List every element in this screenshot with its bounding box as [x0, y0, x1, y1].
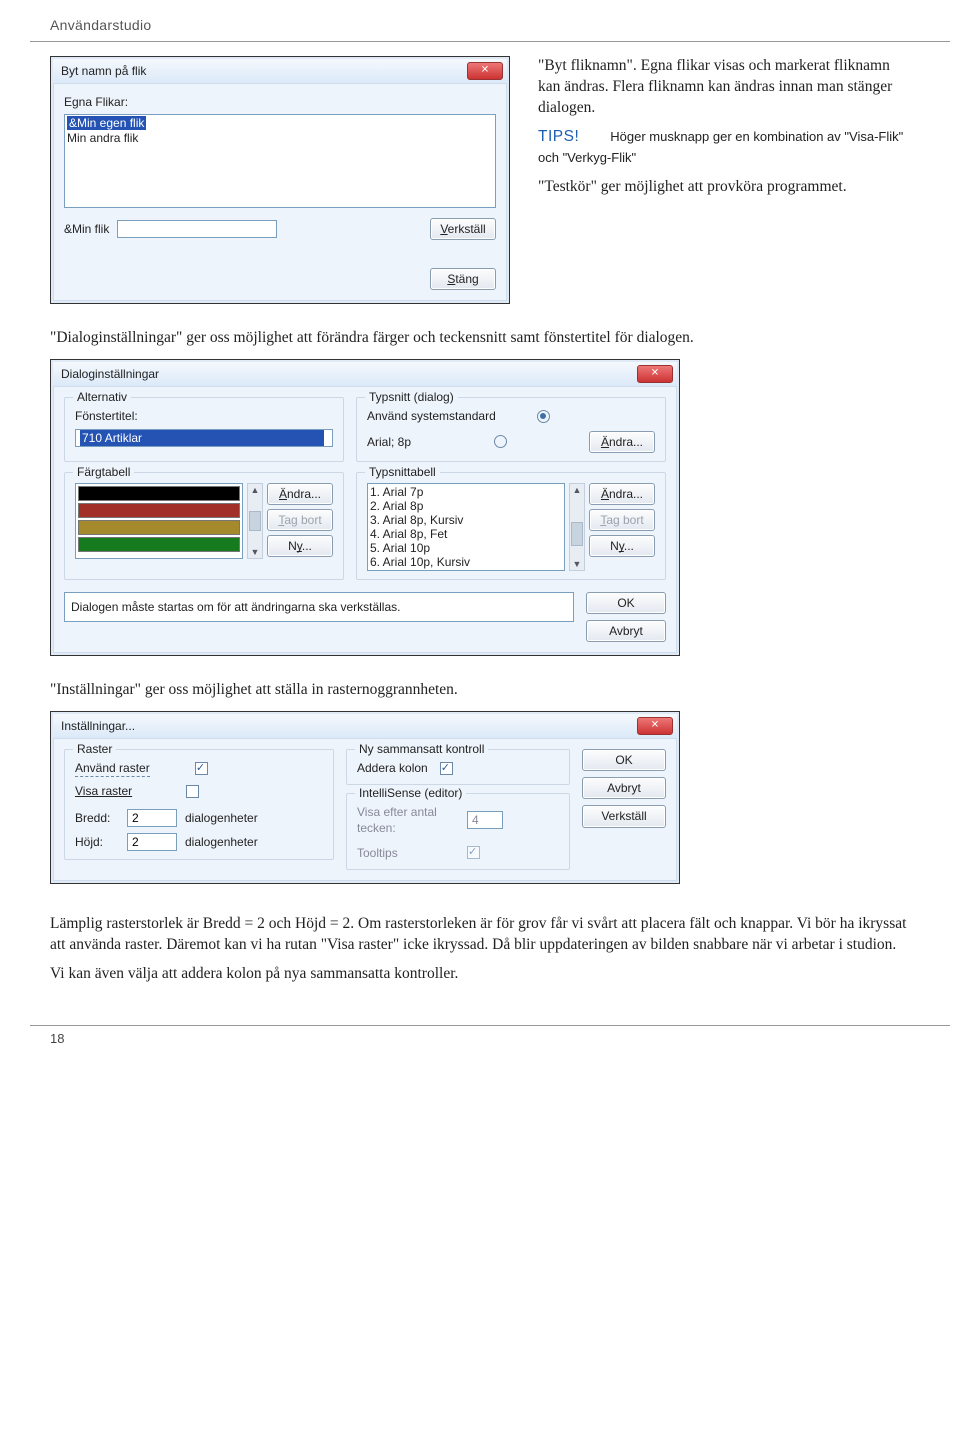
list-item[interactable]: 5. Arial 10p — [370, 541, 562, 555]
tabname-input[interactable] — [117, 220, 277, 238]
color-swatch[interactable] — [78, 486, 240, 501]
ok-button[interactable]: OK — [586, 592, 666, 614]
ny-button[interactable]: Ny... — [589, 535, 655, 557]
checkbox-visa-raster[interactable] — [186, 785, 199, 798]
list-item[interactable]: &Min egen flik — [67, 116, 146, 130]
page-number: 18 — [50, 1030, 910, 1048]
group-intellisense: IntelliSense (editor) — [355, 785, 466, 801]
dialog-rename-tab: Byt namn på flik Egna Flikar: &Min egen … — [50, 56, 510, 305]
label-addera-kolon: Addera kolon — [357, 760, 428, 776]
andra-button[interactable]: Ändra... — [589, 431, 655, 453]
unit-label: dialogenheter — [185, 834, 258, 850]
dialog-settings: Dialoginställningar Alternativ Fönsterti… — [50, 359, 680, 656]
radio-arial8p[interactable] — [494, 435, 507, 448]
stang-button[interactable]: Stäng — [430, 268, 496, 290]
body-text: "Byt fliknamn". Egna flikar visas och ma… — [538, 56, 910, 119]
radio-systemstandard[interactable] — [537, 410, 550, 423]
bredd-input[interactable] — [127, 809, 177, 827]
group-fargtabell: Färgtabell — [73, 464, 134, 480]
body-text: Lämplig rasterstorlek är Bredd = 2 och H… — [50, 914, 910, 956]
label-min-flik: &Min flik — [64, 221, 109, 237]
body-text: "Testkör" ger möjlighet att provköra pro… — [538, 177, 910, 198]
label-tooltips: Tooltips — [357, 845, 457, 861]
verkstall-button[interactable]: Verkställ — [582, 805, 666, 827]
list-item[interactable]: 3. Arial 8p, Kursiv — [370, 513, 562, 527]
header-studio: Användarstudio — [50, 12, 910, 39]
tagbort-button[interactable]: Tag bort — [267, 509, 333, 531]
andra-button[interactable]: Ändra... — [589, 483, 655, 505]
dialog-installningar: Inställningar... Raster Använd raster Vi… — [50, 711, 680, 884]
group-typsnittabell: Typsnittabell — [365, 464, 440, 480]
dialog3-title: Inställningar... — [61, 718, 135, 734]
checkbox-addera-kolon[interactable] — [440, 762, 453, 775]
body-text: "Inställningar" ger oss möjlighet att st… — [50, 680, 910, 701]
list-item[interactable]: 2. Arial 8p — [370, 499, 562, 513]
verkstall-button[interactable]: Verkställ — [430, 218, 496, 240]
color-swatch[interactable] — [78, 537, 240, 552]
unit-label: dialogenheter — [185, 810, 258, 826]
tips-text: Höger musknapp ger en kombination av "Vi… — [538, 129, 903, 165]
scrollbar[interactable]: ▲▼ — [569, 483, 585, 571]
label-visa-antal: Visa efter antal tecken: — [357, 804, 457, 836]
group-typsnitt: Typsnitt (dialog) — [365, 389, 458, 405]
label-fonstertitel: Fönstertitel: — [75, 408, 333, 424]
group-alternativ: Alternativ — [73, 389, 131, 405]
label-systemstandard: Använd systemstandard — [367, 408, 496, 424]
hojd-input[interactable] — [127, 833, 177, 851]
andra-button[interactable]: Ändra... — [267, 483, 333, 505]
list-item[interactable]: 1. Arial 7p — [370, 485, 562, 499]
checkbox-anvand-raster[interactable] — [195, 762, 208, 775]
ny-button[interactable]: Ny... — [267, 535, 333, 557]
tabs-listbox[interactable]: &Min egen flik Min andra flik — [64, 114, 496, 208]
fonstertitel-input[interactable]: 710 Artiklar — [75, 429, 333, 447]
tagbort-button[interactable]: Tag bort — [589, 509, 655, 531]
antal-tecken-input[interactable] — [467, 811, 503, 829]
checkbox-tooltips[interactable] — [467, 846, 480, 859]
dialog1-title: Byt namn på flik — [61, 63, 146, 79]
label-visa-raster: Visa raster — [75, 783, 132, 799]
ok-button[interactable]: OK — [582, 749, 666, 771]
restart-note: Dialogen måste startas om för att ändrin… — [64, 592, 574, 622]
list-item[interactable]: 4. Arial 8p, Fet — [370, 527, 562, 541]
header-rule — [30, 41, 950, 42]
group-nysammansatt: Ny sammansatt kontroll — [355, 741, 488, 757]
label-anvand-raster: Använd raster — [75, 760, 150, 777]
font-listbox[interactable]: 1. Arial 7p 2. Arial 8p 3. Arial 8p, Kur… — [367, 483, 565, 571]
group-raster: Raster — [73, 741, 116, 757]
list-item[interactable]: 6. Arial 10p, Kursiv — [370, 555, 562, 569]
label-hojd: Höjd: — [75, 834, 119, 850]
close-icon[interactable] — [637, 717, 673, 735]
label-arial8p: Arial; 8p — [367, 434, 411, 450]
label-egna-flikar: Egna Flikar: — [64, 94, 496, 110]
body-text: Vi kan även välja att addera kolon på ny… — [50, 964, 910, 985]
scrollbar[interactable]: ▲▼ — [247, 483, 263, 559]
tips-label: TIPS! — [538, 128, 579, 145]
color-swatch[interactable] — [78, 503, 240, 518]
close-icon[interactable] — [467, 62, 503, 80]
tips-line: TIPS! Höger musknapp ger en kombination … — [538, 127, 910, 169]
avbryt-button[interactable]: Avbryt — [586, 620, 666, 642]
dialog2-title: Dialoginställningar — [61, 366, 159, 382]
close-icon[interactable] — [637, 365, 673, 383]
body-text: "Dialoginställningar" ger oss möjlighet … — [50, 328, 910, 349]
list-item[interactable]: Min andra flik — [67, 131, 493, 146]
footer-rule — [30, 1025, 950, 1026]
avbryt-button[interactable]: Avbryt — [582, 777, 666, 799]
label-bredd: Bredd: — [75, 810, 119, 826]
color-swatch[interactable] — [78, 520, 240, 535]
